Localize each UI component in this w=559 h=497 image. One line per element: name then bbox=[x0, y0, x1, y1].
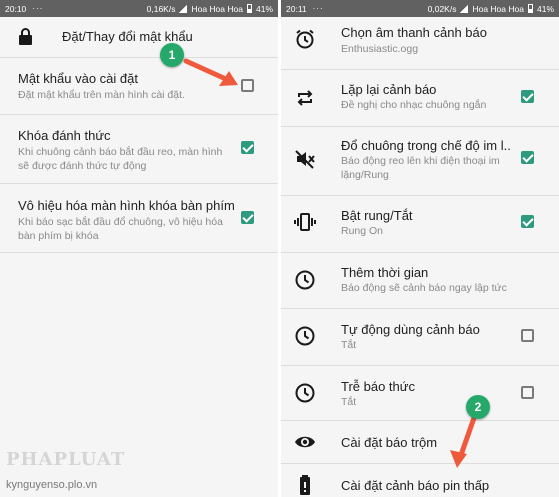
add-time-subtitle: Báo động sẽ cảnh báo ngay lập tức bbox=[341, 282, 507, 294]
callout-badge-1: 1 bbox=[160, 43, 184, 67]
lock-icon bbox=[19, 28, 32, 45]
clock-icon bbox=[295, 383, 315, 403]
notification-dots-icon: ··· bbox=[32, 4, 44, 13]
snooze-row[interactable]: Trễ báo thức Tắt bbox=[281, 366, 559, 420]
disable-keyguard-subtitle: Khi báo sạc bắt đầu đổ chuông, vô hiệu h… bbox=[18, 216, 223, 242]
vibrate-icon bbox=[294, 213, 316, 231]
disable-keyguard-row[interactable]: Vô hiệu hóa màn hình khóa bàn phím Khi b… bbox=[0, 184, 278, 252]
right-screen: 20:11 ··· 0,02K/s Hoa Hoa Hoa 41% Chọn â… bbox=[281, 0, 559, 497]
watermark-url: kynguyenso.plo.vn bbox=[6, 479, 98, 491]
low-battery-title: Cài đặt cảnh báo pin thấp bbox=[341, 478, 490, 493]
battery-status-icon bbox=[246, 4, 252, 13]
repeat-alarm-subtitle: Đề nghị cho nhạc chuông ngắn bbox=[341, 99, 487, 111]
snooze-subtitle: Tắt bbox=[341, 396, 357, 408]
disable-keyguard-title: Vô hiệu hóa màn hình khóa bàn phím bbox=[18, 198, 235, 213]
anti-theft-row[interactable]: Cài đặt báo trộm bbox=[281, 421, 559, 463]
snooze-checkbox[interactable] bbox=[521, 386, 534, 399]
carrier-name: Hoa Hoa Hoa bbox=[472, 3, 524, 14]
wake-lock-title: Khóa đánh thức bbox=[18, 128, 111, 143]
volume-off-icon bbox=[295, 150, 315, 169]
settings-password-title: Mật khẩu vào cài đặt bbox=[18, 71, 138, 86]
add-time-title: Thêm thời gian bbox=[341, 265, 429, 280]
vibrate-row[interactable]: Bật rung/Tắt Rung On bbox=[281, 196, 559, 252]
auto-alarm-subtitle: Tắt bbox=[341, 339, 357, 351]
eye-icon bbox=[295, 436, 315, 448]
snooze-title: Trễ báo thức bbox=[341, 379, 415, 394]
battery-percent: 41% bbox=[255, 3, 273, 14]
status-time: 20:11 bbox=[286, 3, 307, 14]
watermark: PHAPLUAT kynguyenso.plo.vn bbox=[6, 449, 124, 495]
watermark-logo: PHAPLUAT bbox=[6, 449, 126, 470]
vibrate-title: Bật rung/Tắt bbox=[341, 208, 413, 223]
add-time-row[interactable]: Thêm thời gian Báo động sẽ cảnh báo ngay… bbox=[281, 253, 559, 308]
disable-keyguard-checkbox[interactable] bbox=[241, 211, 254, 224]
change-password-row[interactable]: Đặt/Thay đổi mật khẩu bbox=[0, 17, 278, 57]
settings-password-checkbox[interactable] bbox=[241, 79, 254, 92]
repeat-alarm-title: Lặp lại cảnh báo bbox=[341, 82, 437, 97]
battery-icon bbox=[300, 475, 310, 495]
divider bbox=[0, 252, 278, 253]
status-bar: 20:11 ··· 0,02K/s Hoa Hoa Hoa 41% bbox=[281, 0, 559, 17]
wake-lock-subtitle: Khi chuông cảnh báo bắt đầu reo, màn hìn… bbox=[18, 146, 223, 172]
settings-password-row[interactable]: Mật khẩu vào cài đặt Đặt mật khẩu trên m… bbox=[0, 58, 278, 114]
ring-in-silent-checkbox[interactable] bbox=[521, 151, 534, 164]
ring-in-silent-subtitle: Báo động reo lên khi điện thoại im lặng/… bbox=[341, 155, 500, 181]
repeat-alarm-checkbox[interactable] bbox=[521, 90, 534, 103]
anti-theft-title: Cài đặt báo trộm bbox=[341, 435, 438, 450]
left-screen: 20:10 ··· 0,16K/s Hoa Hoa Hoa 41% Đặt/Th… bbox=[0, 0, 278, 497]
repeat-icon bbox=[297, 90, 313, 106]
clock-icon bbox=[295, 270, 315, 290]
battery-percent: 41% bbox=[536, 3, 554, 14]
alarm-sound-row[interactable]: Chọn âm thanh cảnh báo Enthusiastic.ogg bbox=[281, 17, 559, 69]
settings-password-subtitle: Đặt mật khẩu trên màn hình cài đặt. bbox=[18, 89, 185, 101]
notification-dots-icon: ··· bbox=[312, 4, 324, 13]
net-speed: 0,02K/s bbox=[427, 3, 457, 14]
vibrate-checkbox[interactable] bbox=[521, 215, 534, 228]
battery-status-icon bbox=[527, 4, 533, 13]
change-password-title: Đặt/Thay đổi mật khẩu bbox=[62, 29, 193, 44]
repeat-alarm-row[interactable]: Lặp lại cảnh báo Đề nghị cho nhạc chuông… bbox=[281, 70, 559, 126]
auto-alarm-checkbox[interactable] bbox=[521, 329, 534, 342]
status-bar: 20:10 ··· 0,16K/s Hoa Hoa Hoa 41% bbox=[0, 0, 278, 17]
status-time: 20:10 bbox=[5, 3, 27, 14]
low-battery-row[interactable]: Cài đặt cảnh báo pin thấp bbox=[281, 464, 559, 497]
alarm-sound-title: Chọn âm thanh cảnh báo bbox=[341, 25, 487, 40]
wake-lock-checkbox[interactable] bbox=[241, 141, 254, 154]
callout-badge-2: 2 bbox=[466, 395, 490, 419]
ring-in-silent-title: Đổ chuông trong chế độ im l.. bbox=[341, 138, 511, 153]
auto-alarm-title: Tự động dùng cảnh báo bbox=[341, 322, 480, 337]
clock-icon bbox=[295, 326, 315, 346]
alarm-sound-subtitle: Enthusiastic.ogg bbox=[341, 43, 419, 55]
wake-lock-row[interactable]: Khóa đánh thức Khi chuông cảnh báo bắt đ… bbox=[0, 115, 278, 183]
carrier-name: Hoa Hoa Hoa bbox=[191, 3, 243, 14]
vibrate-subtitle: Rung On bbox=[341, 225, 384, 237]
signal-icon bbox=[460, 4, 469, 13]
alarm-clock-icon bbox=[296, 29, 314, 49]
net-speed: 0,16K/s bbox=[146, 3, 176, 14]
auto-alarm-row[interactable]: Tự động dùng cảnh báo Tắt bbox=[281, 309, 559, 365]
ring-in-silent-row[interactable]: Đổ chuông trong chế độ im l.. Báo động r… bbox=[281, 127, 559, 195]
signal-icon bbox=[179, 4, 188, 13]
